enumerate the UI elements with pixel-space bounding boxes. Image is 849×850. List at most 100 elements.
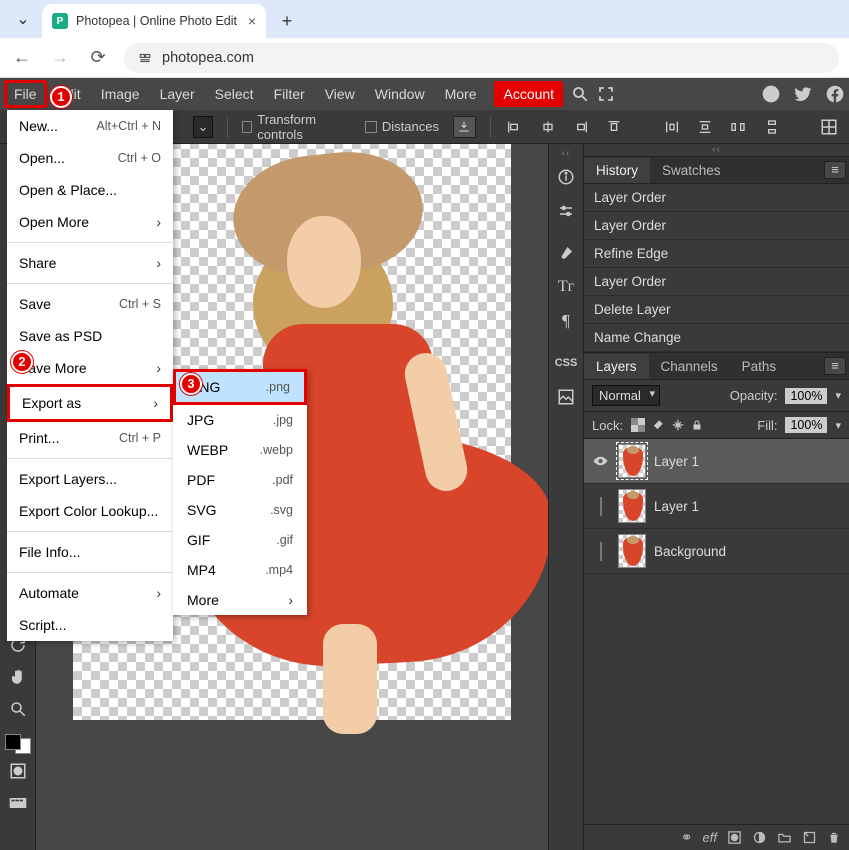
- address-bar[interactable]: photopea.com: [124, 43, 839, 73]
- menu-item-file-info[interactable]: File Info...: [7, 536, 173, 568]
- panel-options-icon[interactable]: ≡: [824, 357, 846, 375]
- align-top-icon[interactable]: [605, 116, 624, 138]
- align-left-icon[interactable]: [505, 116, 524, 138]
- delete-layer-icon[interactable]: [827, 830, 841, 845]
- menu-item-export-color-lookup[interactable]: Export Color Lookup...: [7, 495, 173, 527]
- thumbnail-panel-icon[interactable]: [551, 382, 581, 412]
- css-panel-icon[interactable]: CSS: [551, 348, 581, 378]
- forward-button[interactable]: →: [48, 47, 72, 68]
- reload-button[interactable]: ⟳: [86, 47, 110, 68]
- distribute-v-icon[interactable]: [696, 116, 715, 138]
- adjustments-panel-icon[interactable]: [551, 196, 581, 226]
- quick-mask-icon[interactable]: [3, 756, 33, 786]
- tab-layers[interactable]: Layers: [584, 354, 649, 379]
- export-item-pdf[interactable]: PDF.pdf: [173, 465, 307, 495]
- menu-view[interactable]: View: [315, 79, 365, 109]
- layer-mask-icon[interactable]: [727, 830, 742, 845]
- layer-effects-icon[interactable]: eff: [703, 830, 717, 845]
- facebook-icon[interactable]: [825, 84, 845, 104]
- new-layer-icon[interactable]: [802, 830, 817, 845]
- layer-thumbnail[interactable]: [618, 489, 646, 523]
- export-item-jpg[interactable]: JPG.jpg: [173, 405, 307, 435]
- fullscreen-icon[interactable]: [597, 85, 615, 103]
- menu-file[interactable]: File: [4, 80, 47, 108]
- download-icon[interactable]: [453, 116, 476, 138]
- history-item[interactable]: Layer Order: [584, 184, 849, 212]
- zoom-tool-icon[interactable]: [3, 694, 33, 724]
- lock-position-icon[interactable]: [671, 418, 685, 432]
- collapse-handle-icon[interactable]: ‹‹: [549, 148, 583, 160]
- menu-item-automate[interactable]: Automate›: [7, 577, 173, 609]
- layer-thumbnail[interactable]: [618, 534, 646, 568]
- info-panel-icon[interactable]: [551, 162, 581, 192]
- close-tab-icon[interactable]: ×: [248, 13, 256, 29]
- export-item-mp4[interactable]: MP4.mp4: [173, 555, 307, 585]
- export-item-svg[interactable]: SVG.svg: [173, 495, 307, 525]
- blend-mode-select[interactable]: Normal: [592, 385, 660, 406]
- panel-options-icon[interactable]: ≡: [824, 161, 846, 179]
- visibility-toggle-icon[interactable]: [592, 543, 610, 560]
- export-item-webp[interactable]: WEBP.webp: [173, 435, 307, 465]
- distribute-spacing-h-icon[interactable]: [729, 116, 748, 138]
- brush-panel-icon[interactable]: [551, 238, 581, 268]
- character-panel-icon[interactable]: Tг: [551, 272, 581, 302]
- menu-image[interactable]: Image: [91, 79, 150, 109]
- tab-channels[interactable]: Channels: [649, 354, 730, 379]
- visibility-toggle-icon[interactable]: [592, 455, 610, 467]
- menu-item-save-as-psd[interactable]: Save as PSD: [7, 320, 173, 352]
- history-item[interactable]: Layer Order: [584, 212, 849, 240]
- distances-checkbox[interactable]: Distances: [365, 119, 439, 134]
- distribute-spacing-v-icon[interactable]: [762, 116, 781, 138]
- adjustment-layer-icon[interactable]: [752, 830, 767, 845]
- export-item-more[interactable]: More›: [173, 585, 307, 615]
- twitter-icon[interactable]: [793, 84, 813, 104]
- lock-all-icon[interactable]: [691, 418, 703, 432]
- hand-tool-icon[interactable]: [3, 662, 33, 692]
- visibility-toggle-icon[interactable]: [592, 498, 610, 515]
- menu-item-new[interactable]: New...Alt+Ctrl + N: [7, 110, 173, 142]
- new-group-icon[interactable]: [777, 830, 792, 845]
- site-info-icon[interactable]: [138, 51, 152, 65]
- menu-filter[interactable]: Filter: [264, 79, 315, 109]
- menu-item-open[interactable]: Open...Ctrl + O: [7, 142, 173, 174]
- layer-row[interactable]: Layer 1: [584, 484, 849, 529]
- menu-more[interactable]: More: [435, 79, 487, 109]
- history-item[interactable]: Layer Order: [584, 268, 849, 296]
- account-button[interactable]: Account: [494, 81, 563, 107]
- transform-controls-checkbox[interactable]: Transform controls: [242, 112, 351, 142]
- grid-icon[interactable]: [820, 116, 839, 138]
- color-swatches[interactable]: [5, 734, 31, 754]
- layer-name[interactable]: Background: [654, 544, 726, 559]
- layer-name[interactable]: Layer 1: [654, 454, 699, 469]
- menu-item-open-place[interactable]: Open & Place...: [7, 174, 173, 206]
- tab-swatches[interactable]: Swatches: [650, 158, 733, 183]
- collapse-handle-icon[interactable]: ‹‹: [584, 144, 849, 156]
- lock-transparency-icon[interactable]: [631, 418, 645, 432]
- history-item[interactable]: Refine Edge: [584, 240, 849, 268]
- link-layers-icon[interactable]: ⚭: [681, 829, 693, 846]
- reddit-icon[interactable]: [761, 84, 781, 104]
- distribute-h-icon[interactable]: [662, 116, 681, 138]
- menu-item-script[interactable]: Script...: [7, 609, 173, 641]
- menu-item-open-more[interactable]: Open More›: [7, 206, 173, 238]
- layer-row[interactable]: Layer 1: [584, 439, 849, 484]
- new-tab-button[interactable]: +: [272, 6, 302, 36]
- back-button[interactable]: ←: [10, 47, 34, 68]
- menu-select[interactable]: Select: [205, 79, 264, 109]
- menu-item-print[interactable]: Print...Ctrl + P: [7, 422, 173, 454]
- align-center-h-icon[interactable]: [538, 116, 557, 138]
- tab-paths[interactable]: Paths: [730, 354, 789, 379]
- browser-tab[interactable]: P Photopea | Online Photo Edit ×: [42, 4, 266, 38]
- opacity-slider-icon[interactable]: ▾: [835, 389, 841, 402]
- menu-item-export-layers[interactable]: Export Layers...: [7, 463, 173, 495]
- lock-pixels-icon[interactable]: [651, 418, 665, 432]
- auto-select-dropdown[interactable]: ⌄: [193, 116, 213, 138]
- layer-row[interactable]: Background: [584, 529, 849, 574]
- align-right-icon[interactable]: [571, 116, 590, 138]
- search-icon[interactable]: [571, 85, 589, 103]
- paragraph-panel-icon[interactable]: ¶: [551, 306, 581, 336]
- menu-layer[interactable]: Layer: [150, 79, 205, 109]
- export-item-gif[interactable]: GIF.gif: [173, 525, 307, 555]
- menu-window[interactable]: Window: [365, 79, 435, 109]
- history-item[interactable]: Name Change: [584, 324, 849, 352]
